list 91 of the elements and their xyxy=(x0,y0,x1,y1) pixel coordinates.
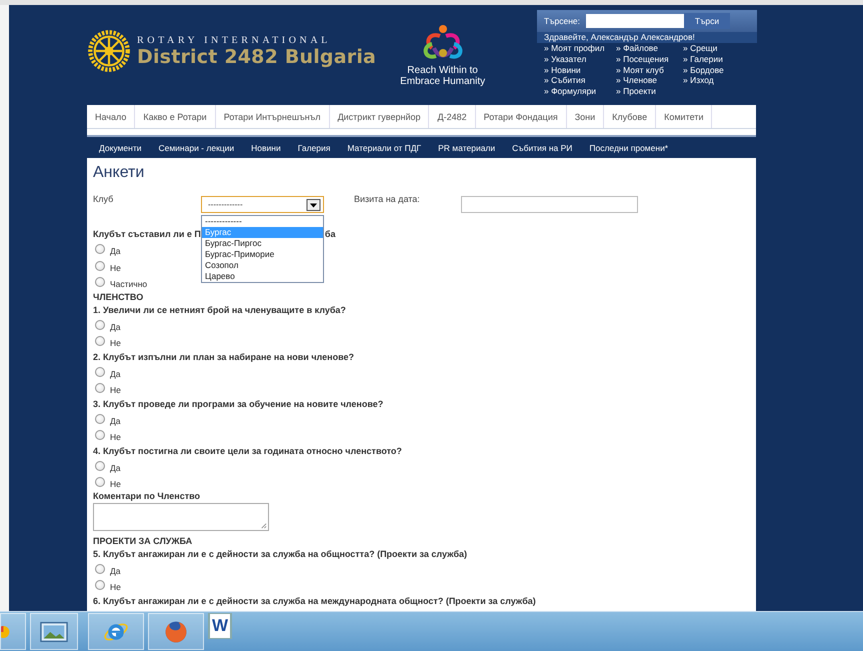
dropdown-option[interactable]: Бургас-Приморие xyxy=(202,249,323,260)
radio-button[interactable] xyxy=(95,580,105,590)
nav-tab[interactable]: Какво е Ротари xyxy=(135,105,216,128)
user-menu-link[interactable]: » Новини xyxy=(544,64,616,76)
radio-label: Не xyxy=(110,432,121,442)
logo-title: District 2482 Bulgaria xyxy=(137,46,376,68)
radio-label: Не xyxy=(110,385,121,396)
radio-label: Да xyxy=(110,246,120,256)
radio-button[interactable] xyxy=(95,336,105,346)
subnav-link[interactable]: Галерия xyxy=(298,142,330,152)
nav-tab[interactable]: Д-2482 xyxy=(429,105,476,128)
radio-label: Да xyxy=(110,566,120,576)
radio-label: Не xyxy=(110,479,121,490)
radio-button[interactable] xyxy=(95,564,105,574)
subnav-link[interactable]: Семинари - лекции xyxy=(158,142,234,152)
search-label: Търсене: xyxy=(544,16,581,26)
user-menu-link[interactable]: » Моят клуб xyxy=(616,64,683,76)
comment-textarea[interactable] xyxy=(93,502,269,530)
nav-tab[interactable]: Клубове xyxy=(604,105,656,128)
user-menu-link[interactable]: » Срещи xyxy=(683,43,750,54)
radio-label: Не xyxy=(110,338,121,348)
question-text: 5. Клубът ангажиран ли е с дейности за служба на общността? (Проекти за служба) xyxy=(93,548,468,558)
club-label: Клуб xyxy=(93,194,114,204)
dropdown-option[interactable]: Царево xyxy=(202,271,323,282)
rotary-wheel-icon xyxy=(87,29,131,73)
subnav-link[interactable]: PR материали xyxy=(438,142,496,152)
user-menu-link[interactable]: » Изход xyxy=(683,75,750,86)
theme-slogan: Reach Within to xyxy=(407,65,478,76)
radio-button[interactable] xyxy=(95,244,105,254)
user-menu-link[interactable]: » Моят профил xyxy=(544,43,616,54)
radio-button[interactable] xyxy=(95,383,105,394)
question-text: ба xyxy=(324,229,336,239)
visit-date-label: Визита на дата: xyxy=(354,194,421,204)
search-field[interactable] xyxy=(586,14,684,28)
user-menu-link[interactable]: » Членове xyxy=(616,75,683,86)
question-text: 4. Клубът постигна ли своите цели за годината относно членството? xyxy=(93,446,402,456)
radio-button[interactable] xyxy=(95,366,105,377)
radio-button[interactable] xyxy=(95,414,105,424)
dropdown-option[interactable]: ------------- xyxy=(202,216,323,227)
radio-label: Не xyxy=(110,262,121,273)
search-button[interactable]: Търси xyxy=(684,13,730,29)
nav-tab[interactable]: Дистрикт гувернйор xyxy=(330,105,430,128)
section-heading: ПРОЕКТИ ЗА СЛУЖБА xyxy=(93,534,194,546)
radio-button[interactable] xyxy=(95,320,105,330)
radio-button[interactable] xyxy=(95,460,105,471)
visit-date-field[interactable] xyxy=(461,196,638,213)
logo-subtitle: ROTARY INTERNATIONAL xyxy=(137,34,332,46)
question-text: 6. Клубът ангажиран ли е с дейности за служба на международната общност? (Проекти за служба) xyxy=(93,596,536,606)
resize-grip-icon xyxy=(260,522,267,528)
user-menu-link[interactable]: » Бордове xyxy=(683,64,750,76)
user-menu-link[interactable]: » Галерии xyxy=(683,54,750,65)
question-text: 3. Клубът проведе ли програми за обучение на новите членове? xyxy=(93,398,384,408)
radio-button[interactable] xyxy=(95,277,105,288)
subnav-link[interactable]: Събития на РИ xyxy=(512,142,572,152)
radio-button[interactable] xyxy=(95,477,105,488)
radio-label: Да xyxy=(110,416,120,426)
page-title: Анкети xyxy=(93,164,146,182)
dropdown-option[interactable]: Созопол xyxy=(202,260,323,271)
user-menu-link[interactable]: » Указател xyxy=(544,54,616,65)
radio-label: Да xyxy=(110,368,120,379)
word-processor-icon[interactable]: W xyxy=(209,613,231,639)
question-text: 1. Увеличи ли се нетният брой на членуващите в клуба? xyxy=(93,304,346,314)
club-dropdown[interactable]: ------------- xyxy=(201,196,324,213)
user-menu-link[interactable]: » Формуляри xyxy=(544,86,616,97)
radio-label: Частично xyxy=(110,279,148,290)
user-menu-link[interactable]: » Файлове xyxy=(616,43,683,54)
caret-icon xyxy=(306,198,321,210)
radio-button[interactable] xyxy=(95,430,105,440)
subnav-link[interactable]: Последни промени* xyxy=(589,142,668,152)
subnav-link[interactable]: Новини xyxy=(251,142,281,152)
nav-tab[interactable]: Ротари Интърнешънъл xyxy=(216,105,330,128)
greeting-text: Здравейте, Александър Александров! xyxy=(537,32,757,43)
radio-label: Да xyxy=(110,322,120,332)
subnav-link[interactable]: Материали от ПДГ xyxy=(347,142,422,152)
user-menu-link[interactable]: » Проекти xyxy=(616,86,683,97)
section-heading: ЧЛЕНСТВО xyxy=(93,290,144,302)
dropdown-option[interactable]: Бургас-Пиргос xyxy=(202,238,323,249)
nav-tab[interactable]: Комитети xyxy=(656,105,712,128)
user-menu-link[interactable]: » Посещения xyxy=(616,54,683,65)
nav-tab[interactable]: Начало xyxy=(87,105,136,128)
nav-tab[interactable]: Зони xyxy=(566,105,604,128)
comment-label: Коментари по Членство xyxy=(93,490,202,500)
user-menu-link[interactable]: » Събития xyxy=(544,75,616,86)
radio-label: Да xyxy=(110,462,120,473)
nav-tab[interactable]: Ротари Фондация xyxy=(476,105,567,128)
subnav-link[interactable]: Документи xyxy=(99,142,142,152)
question-text: Клубът съставил ли е П xyxy=(93,229,201,239)
radio-label: Не xyxy=(110,582,121,592)
question-text: 2. Клубът изпълни ли план за набиране на нови членове? xyxy=(93,352,354,362)
theme-slogan: Embrace Humanity xyxy=(400,76,486,87)
radio-button[interactable] xyxy=(95,260,105,271)
